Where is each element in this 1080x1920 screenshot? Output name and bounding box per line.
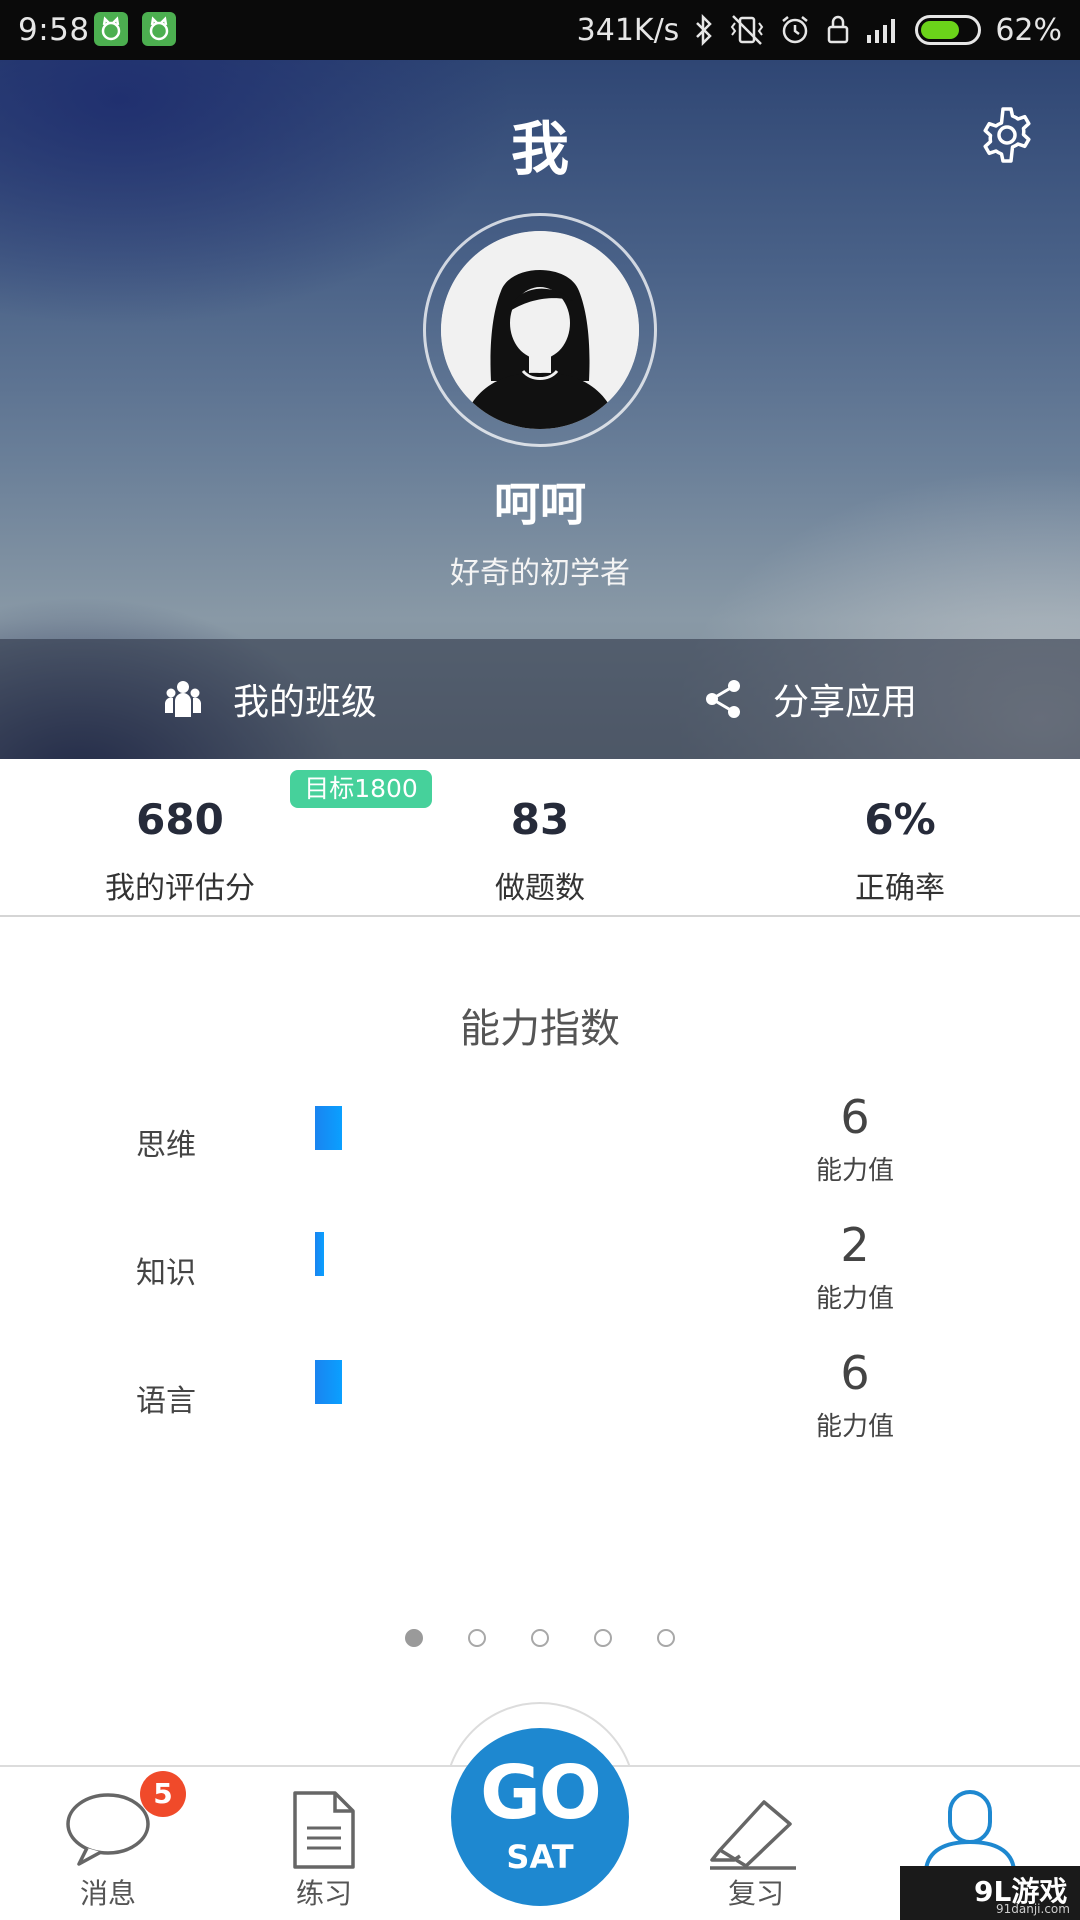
ability-title: 能力指数 [460,1006,620,1052]
battery-icon [915,15,982,45]
my-class-button[interactable]: 我的班级 [0,639,540,759]
sat-label: SAT [506,1838,574,1876]
bluetooth-icon [696,14,713,46]
gear-icon [983,107,1031,163]
target-badge: 目标1800 [290,770,432,808]
share-icon [705,680,740,718]
ability-bar [315,1232,324,1276]
score-label: 我的评估分 [105,871,255,906]
go-sat-button[interactable]: GO SAT [451,1728,629,1906]
ability-name: 语言 [136,1384,196,1419]
page-dot[interactable] [657,1629,675,1647]
ability-bar [315,1106,342,1150]
ability-row: 知识 2 能力值 [0,1218,1080,1328]
questions-label: 做题数 [495,871,585,906]
ability-row: 思维 6 能力值 [0,1090,1080,1200]
page-title: 我 [510,115,569,183]
accuracy-value: 6% [864,795,936,844]
alarm-icon [782,16,809,44]
tab-practice[interactable]: 练习 [254,1790,394,1910]
highlighter-icon [710,1800,796,1870]
group-icon [164,681,201,717]
settings-button[interactable] [976,104,1038,166]
battery-percent: 62% [995,12,1062,48]
share-app-label: 分享应用 [772,682,917,723]
page-indicator [0,1629,1080,1649]
status-time: 9:58 [18,12,90,48]
cat-notification-icon [142,12,176,46]
stats-row: 680 我的评估分 83 做题数 6% 正确率 [0,759,1080,917]
status-bar: 9:58 341K/s 62% [0,0,1080,60]
ability-unit: 能力值 [815,1412,894,1442]
watermark-url: 91danji.com [996,1902,1070,1916]
page-dot[interactable] [468,1629,486,1647]
share-app-button[interactable]: 分享应用 [540,639,1080,759]
document-icon [293,1791,355,1869]
user-name: 呵呵 [494,477,586,531]
ability-unit: 能力值 [815,1156,894,1186]
ability-row: 语言 6 能力值 [0,1346,1080,1456]
cat-notification-icon [94,12,128,46]
tab-review[interactable]: 复习 [686,1790,826,1910]
ability-name: 思维 [136,1128,196,1163]
profile-header: 我 呵呵 好奇的初学者 我的班级 分享应用 [0,60,1080,759]
chat-bubble-icon [66,1793,150,1866]
avatar[interactable] [441,231,639,429]
page-dot[interactable] [405,1629,423,1647]
signal-icon [867,19,896,43]
female-avatar-icon [441,231,639,429]
ability-bar [315,1360,342,1404]
action-bar: 我的班级 分享应用 [0,639,1080,759]
my-class-label: 我的班级 [232,682,377,723]
network-speed: 341K/s [576,12,680,48]
vibrate-off-icon [731,15,764,45]
tab-review-label: 复习 [727,1877,784,1910]
unread-badge: 5 [140,1771,186,1817]
person-icon [924,1790,1016,1870]
tab-messages-label: 消息 [79,1877,136,1910]
tab-practice-label: 练习 [295,1877,352,1910]
tab-profile[interactable] [900,1790,1040,1870]
accuracy-label: 正确率 [855,871,945,906]
ability-value: 6 [840,1090,870,1144]
ability-name: 知识 [136,1256,196,1291]
page-dot[interactable] [594,1629,612,1647]
user-level-title: 好奇的初学者 [450,556,630,591]
ability-value: 2 [840,1218,870,1272]
ability-unit: 能力值 [815,1284,894,1314]
go-label: GO [480,1750,602,1836]
ability-value: 6 [840,1346,870,1400]
watermark: 9L游戏 91danji.com [900,1866,1080,1920]
accuracy-stat[interactable]: 6% 正确率 [720,759,1080,915]
lock-icon [828,15,849,44]
page-dot[interactable] [531,1629,549,1647]
